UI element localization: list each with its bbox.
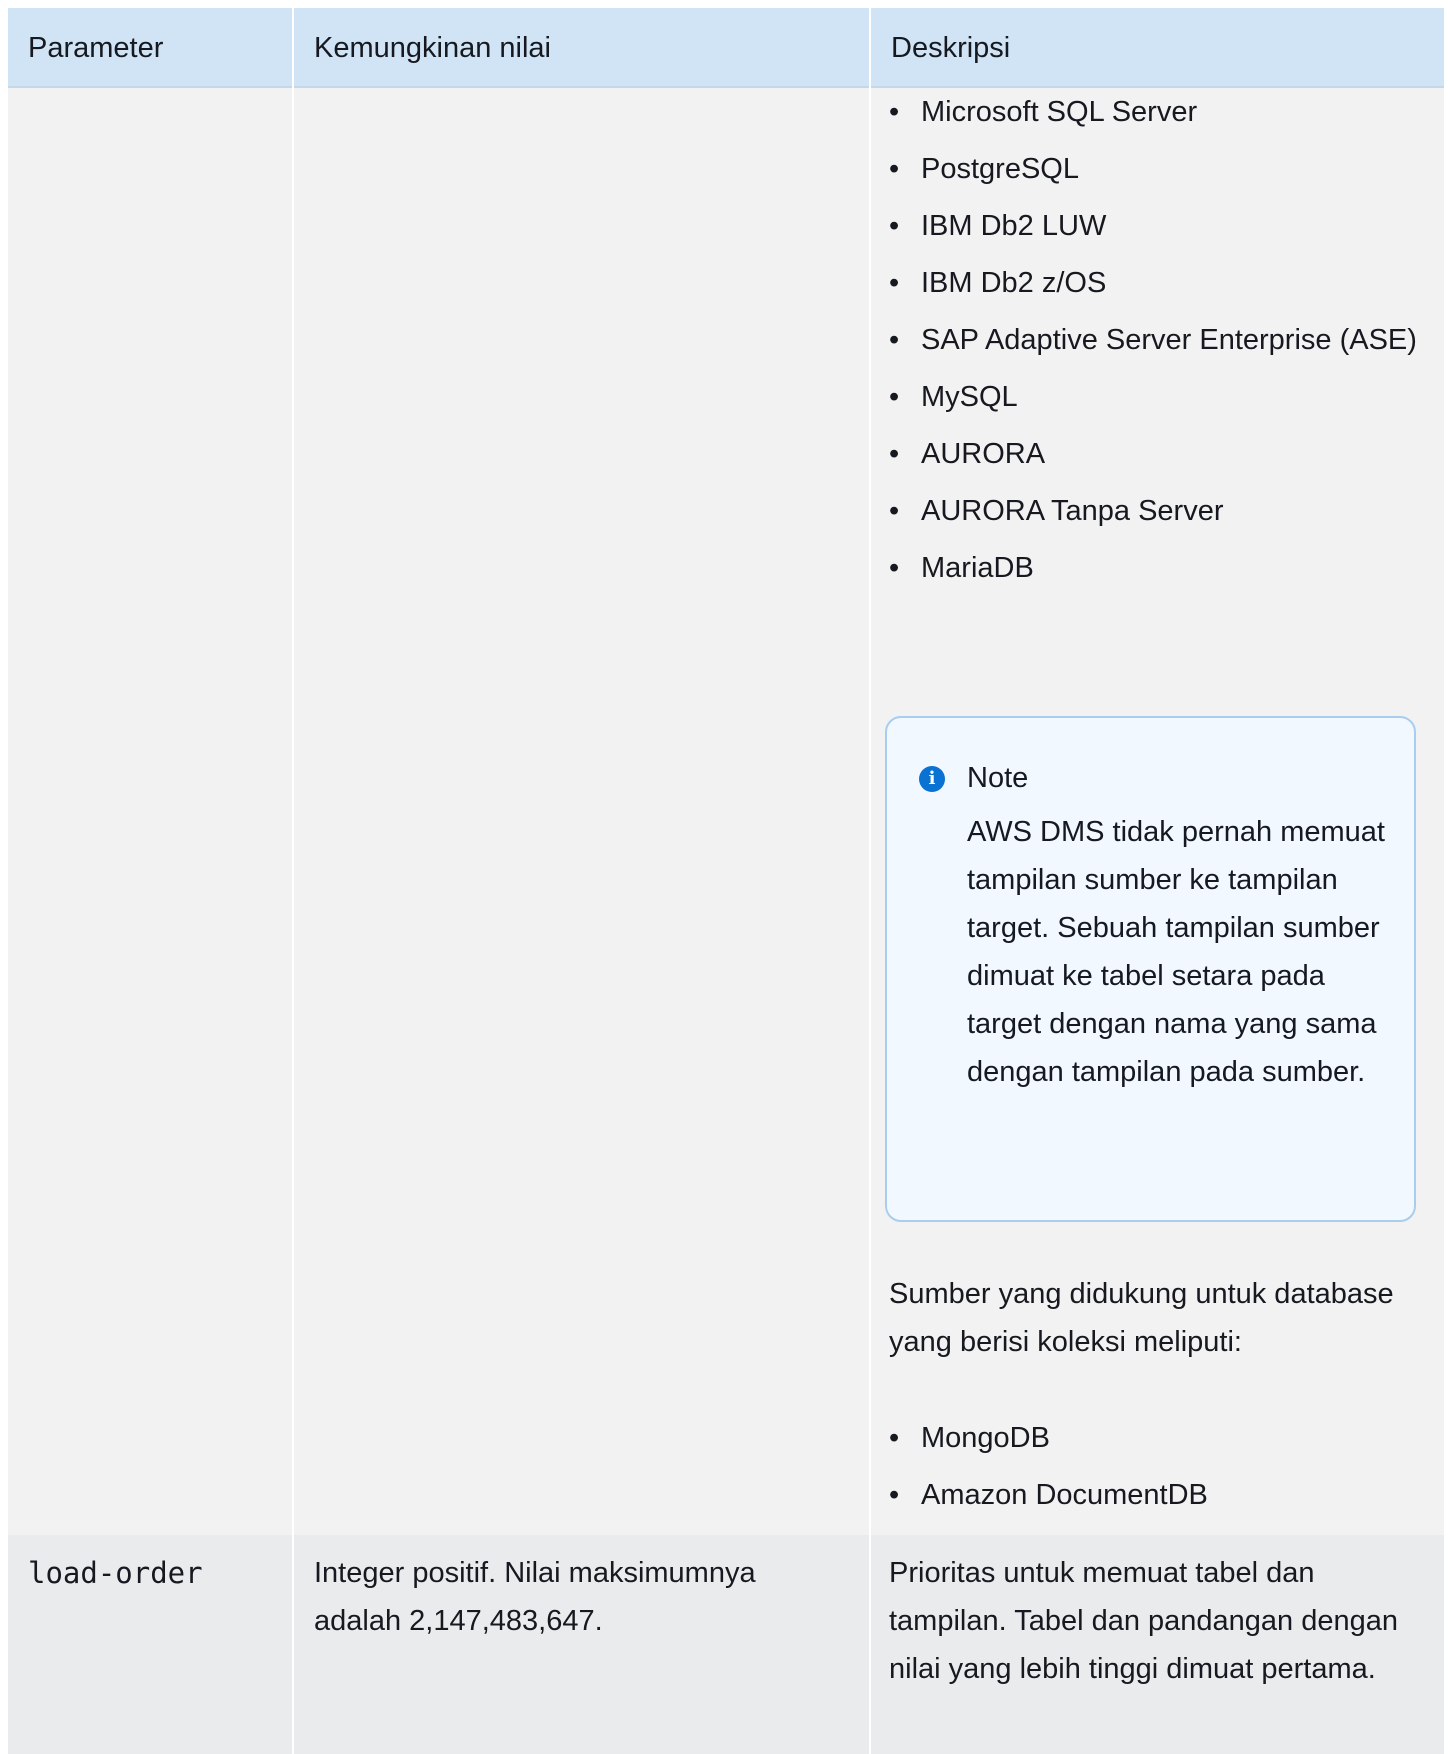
list-item: Microsoft SQL Server (889, 88, 1429, 136)
header-description: Deskripsi (891, 32, 1011, 64)
list-item: MySQL (889, 373, 1429, 421)
table-row: Microsoft SQL Server PostgreSQL IBM Db2 … (8, 88, 1444, 1535)
parameters-table: Parameter Kemungkinan nilai Deskripsi Mi… (8, 8, 1444, 1754)
list-item: AURORA Tanpa Server (889, 487, 1429, 535)
collections-intro: Sumber yang didukung untuk database yang… (889, 1278, 1394, 1358)
table-row: load-order Integer positif. Nilai maksim… (8, 1535, 1444, 1754)
source-list: Microsoft SQL Server PostgreSQL IBM Db2 … (889, 88, 1429, 601)
possible-values-text: Integer positif. Nilai maksimumnya adala… (314, 1557, 756, 1637)
list-item: IBM Db2 LUW (889, 202, 1429, 250)
description-text: Prioritas untuk memuat tabel dan tampila… (889, 1557, 1399, 1685)
table-header-row: Parameter Kemungkinan nilai Deskripsi (8, 8, 1444, 88)
list-item: Amazon DocumentDB (889, 1471, 1429, 1519)
list-item: MariaDB (889, 544, 1429, 592)
list-item: MongoDB (889, 1414, 1429, 1462)
collections-list: MongoDB Amazon DocumentDB (889, 1414, 1429, 1528)
list-item: IBM Db2 z/OS (889, 259, 1429, 307)
header-possible-values: Kemungkinan nilai (314, 32, 551, 64)
column-divider (292, 8, 294, 1754)
header-parameter: Parameter (28, 32, 164, 64)
note-body: AWS DMS tidak pernah memuat tampilan sum… (967, 816, 1385, 1088)
list-item: PostgreSQL (889, 145, 1429, 193)
list-item: AURORA (889, 430, 1429, 478)
note-callout: i Note AWS DMS tidak pernah memuat tampi… (885, 716, 1416, 1222)
column-divider (869, 8, 871, 1754)
parameter-name: load-order (28, 1556, 203, 1590)
list-item: SAP Adaptive Server Enterprise (ASE) (889, 316, 1429, 364)
note-title: Note (967, 762, 1029, 794)
info-icon: i (919, 766, 945, 792)
